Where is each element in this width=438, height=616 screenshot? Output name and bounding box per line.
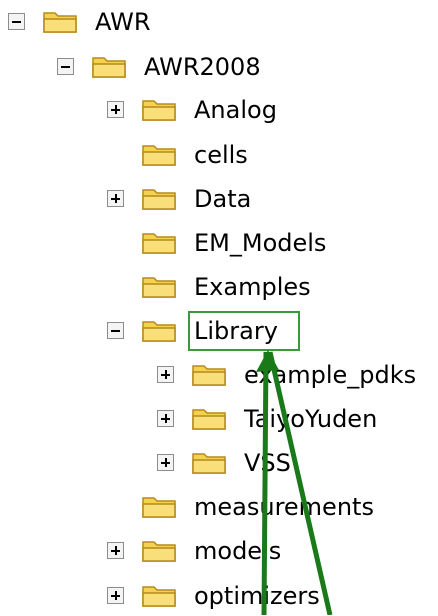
folder-icon — [38, 6, 84, 38]
tree-node-label[interactable]: models — [194, 535, 281, 567]
folder-icon — [137, 271, 183, 303]
library-highlight-box — [188, 311, 300, 351]
collapse-toggle-icon[interactable] — [57, 58, 74, 75]
tree-node-label[interactable]: EM_Models — [194, 227, 326, 259]
tree-node-label[interactable]: example_pdks — [244, 359, 416, 391]
tree-node-label[interactable]: AWR2008 — [144, 51, 261, 83]
folder-icon — [137, 535, 183, 567]
expand-toggle-icon[interactable] — [107, 101, 124, 118]
expand-toggle-icon[interactable] — [157, 410, 174, 427]
folder-icon — [187, 403, 233, 435]
tree-node[interactable]: Data — [0, 183, 438, 215]
tree-node[interactable]: EM_Models — [0, 227, 438, 259]
tree-node[interactable]: Examples — [0, 271, 438, 303]
folder-icon — [137, 580, 183, 612]
tree-node[interactable]: models — [0, 535, 438, 567]
tree-node-label[interactable]: AWR — [95, 6, 151, 38]
folder-icon — [137, 139, 183, 171]
folder-icon — [137, 315, 183, 347]
tree-node[interactable]: Analog — [0, 94, 438, 126]
expand-toggle-icon[interactable] — [107, 542, 124, 559]
expand-toggle-icon[interactable] — [157, 454, 174, 471]
annotation-arrow-line — [261, 351, 269, 615]
folder-icon — [137, 94, 183, 126]
collapse-toggle-icon[interactable] — [8, 13, 25, 30]
folder-icon — [187, 359, 233, 391]
folder-icon — [187, 447, 233, 479]
tree-node[interactable]: AWR2008 — [0, 51, 438, 83]
tree-node-label[interactable]: measurements — [194, 491, 374, 523]
collapse-toggle-icon[interactable] — [107, 322, 124, 339]
tree-node-label[interactable]: VSS — [244, 447, 291, 479]
annotation-arrow-line — [267, 351, 333, 615]
expand-toggle-icon[interactable] — [157, 366, 174, 383]
tree-node[interactable]: cells — [0, 139, 438, 171]
folder-icon — [137, 227, 183, 259]
tree-node-label[interactable]: TaiyoYuden — [244, 403, 377, 435]
tree-node-label[interactable]: cells — [194, 139, 248, 171]
tree-node[interactable]: example_pdks — [0, 359, 438, 391]
tree-node-label[interactable]: optimizers — [194, 580, 320, 612]
folder-icon — [137, 491, 183, 523]
expand-toggle-icon[interactable] — [107, 587, 124, 604]
tree-node[interactable]: VSS — [0, 447, 438, 479]
folder-icon — [87, 51, 133, 83]
tree-node[interactable]: AWR — [0, 6, 438, 38]
tree-node[interactable]: measurements — [0, 491, 438, 523]
tree-node-label[interactable]: Examples — [194, 271, 311, 303]
tree-node-label[interactable]: Data — [194, 183, 251, 215]
expand-toggle-icon[interactable] — [107, 190, 124, 207]
tree-node-label[interactable]: Analog — [194, 94, 277, 126]
tree-node[interactable]: optimizers — [0, 580, 438, 612]
folder-icon — [137, 183, 183, 215]
tree-node[interactable]: TaiyoYuden — [0, 403, 438, 435]
